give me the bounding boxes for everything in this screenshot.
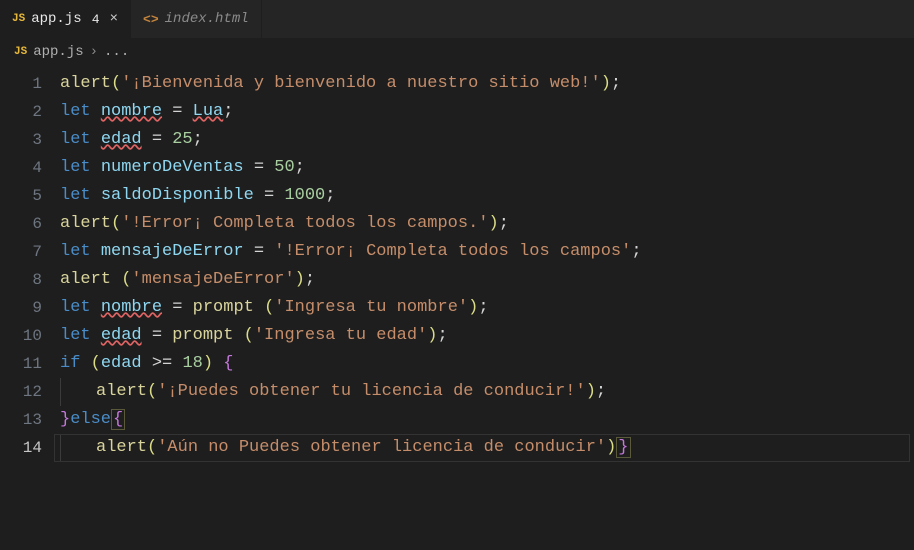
line-number: 12 bbox=[0, 378, 42, 406]
line-number: 14 bbox=[0, 434, 42, 462]
line-number: 5 bbox=[0, 182, 42, 210]
code-line: let saldoDisponible = 1000; bbox=[60, 182, 914, 210]
line-number: 7 bbox=[0, 238, 42, 266]
line-number: 1 bbox=[0, 70, 42, 98]
code-area[interactable]: alert('¡Bienvenida y bienvenido a nuestr… bbox=[60, 66, 914, 466]
gutter: 1 2 3 4 5 6 7 8 9 10 11 12 13 14 bbox=[0, 66, 60, 466]
tab-label: index.html bbox=[165, 11, 249, 27]
code-line: alert('¡Bienvenida y bienvenido a nuestr… bbox=[60, 70, 914, 98]
code-line: if (edad >= 18) { bbox=[60, 350, 914, 378]
code-line: alert('Aún no Puedes obtener licencia de… bbox=[60, 434, 914, 462]
code-line: alert ('mensajeDeError'); bbox=[60, 266, 914, 294]
line-number: 8 bbox=[0, 266, 42, 294]
javascript-icon: JS bbox=[12, 13, 25, 25]
tab-problems-badge: 4 bbox=[88, 12, 104, 27]
line-number: 6 bbox=[0, 210, 42, 238]
line-number: 9 bbox=[0, 294, 42, 322]
code-line: let edad = 25; bbox=[60, 126, 914, 154]
close-icon[interactable]: × bbox=[110, 11, 118, 27]
line-number: 13 bbox=[0, 406, 42, 434]
breadcrumb-more: ... bbox=[104, 44, 129, 60]
code-line: let mensajeDeError = '!Error¡ Completa t… bbox=[60, 238, 914, 266]
tab-bar: JS app.js 4 × <> index.html bbox=[0, 0, 914, 38]
tab-label: app.js bbox=[31, 11, 81, 27]
breadcrumb-file: app.js bbox=[33, 44, 83, 60]
code-line: }else{ bbox=[60, 406, 914, 434]
tab-indexhtml[interactable]: <> index.html bbox=[131, 0, 262, 38]
html-icon: <> bbox=[143, 12, 159, 27]
code-line: let nombre = Lua; bbox=[60, 98, 914, 126]
code-line: alert('¡Puedes obtener tu licencia de co… bbox=[60, 378, 914, 406]
code-line: alert('!Error¡ Completa todos los campos… bbox=[60, 210, 914, 238]
code-line: let numeroDeVentas = 50; bbox=[60, 154, 914, 182]
javascript-icon: JS bbox=[14, 46, 27, 58]
code-line: let nombre = prompt ('Ingresa tu nombre'… bbox=[60, 294, 914, 322]
line-number: 4 bbox=[0, 154, 42, 182]
editor[interactable]: 1 2 3 4 5 6 7 8 9 10 11 12 13 14 alert('… bbox=[0, 66, 914, 466]
line-number: 10 bbox=[0, 322, 42, 350]
code-line: let edad = prompt ('Ingresa tu edad'); bbox=[60, 322, 914, 350]
chevron-right-icon: › bbox=[90, 44, 98, 60]
tab-appjs[interactable]: JS app.js 4 × bbox=[0, 0, 131, 38]
line-number: 2 bbox=[0, 98, 42, 126]
line-number: 11 bbox=[0, 350, 42, 378]
line-number: 3 bbox=[0, 126, 42, 154]
breadcrumb[interactable]: JS app.js › ... bbox=[0, 38, 914, 66]
